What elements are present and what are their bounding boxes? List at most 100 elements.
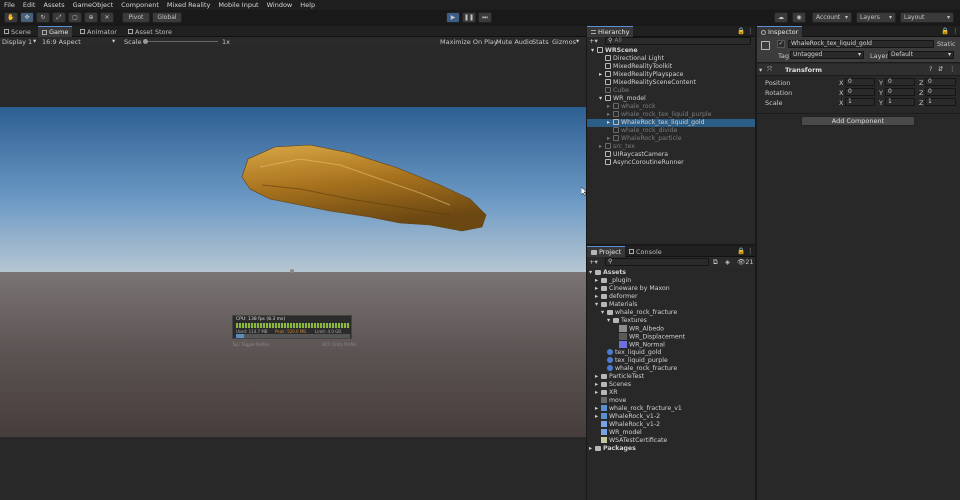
preset-icon[interactable]: ⇵ bbox=[938, 65, 943, 73]
project-item[interactable]: WR_Normal bbox=[587, 341, 755, 349]
tab-inspector[interactable]: Inspector bbox=[757, 26, 803, 37]
project-item[interactable]: ▸ deformer bbox=[587, 293, 755, 301]
tab-game[interactable]: Game bbox=[38, 26, 73, 37]
filter-type-icon[interactable]: ⧉ bbox=[713, 258, 718, 267]
hidden-count[interactable]: 👁21 bbox=[737, 258, 754, 266]
hierarchy-item[interactable]: ▾ WR_model bbox=[587, 95, 755, 103]
hierarchy-item[interactable]: MixedRealityToolkit bbox=[587, 63, 755, 71]
hierarchy-item[interactable]: ▸ whale_rock_tex_liquid_purple bbox=[587, 111, 755, 119]
filter-label-icon[interactable]: ◈ bbox=[725, 258, 730, 266]
custom-tool-button[interactable]: ✕ bbox=[100, 12, 114, 23]
hierarchy-item[interactable]: ▸ src_tex bbox=[587, 143, 755, 151]
tab-console[interactable]: Console bbox=[625, 246, 666, 257]
menu-file[interactable]: File bbox=[4, 1, 15, 9]
scale-x-field[interactable]: 1 bbox=[845, 98, 875, 106]
create-asset-button[interactable]: +▾ bbox=[589, 258, 598, 266]
position-z-field[interactable]: 0 bbox=[925, 78, 956, 86]
project-item[interactable]: WhaleRock_v1-2 bbox=[587, 421, 755, 429]
pause-button[interactable]: ❚❚ bbox=[462, 12, 476, 23]
rotation-z-field[interactable]: 0 bbox=[925, 88, 956, 96]
position-x-field[interactable]: 0 bbox=[845, 78, 875, 86]
layers-dropdown[interactable]: Layers ▾ bbox=[856, 12, 896, 23]
tab-asset-store[interactable]: Asset Store bbox=[124, 26, 176, 37]
step-button[interactable]: ⏭ bbox=[478, 12, 492, 23]
scale-z-field[interactable]: 1 bbox=[925, 98, 956, 106]
object-name-field[interactable]: WhaleRock_tex_liquid_gold bbox=[788, 40, 934, 48]
menu-help[interactable]: Help bbox=[300, 1, 315, 9]
hierarchy-item[interactable]: Cube bbox=[587, 87, 755, 95]
services-button[interactable]: ◉ bbox=[792, 12, 806, 23]
lock-icon[interactable]: 🔒 bbox=[737, 247, 745, 255]
project-item[interactable]: move bbox=[587, 397, 755, 405]
hierarchy-item[interactable]: ▸ WhaleRock_particle bbox=[587, 135, 755, 143]
hierarchy-item[interactable]: MixedRealitySceneContent bbox=[587, 79, 755, 87]
project-item[interactable]: ▸ _plugin bbox=[587, 277, 755, 285]
collab-button[interactable]: ☁ bbox=[774, 12, 788, 23]
help-icon[interactable]: ? bbox=[929, 65, 932, 73]
menu-gameobject[interactable]: GameObject bbox=[73, 1, 114, 9]
more-icon[interactable]: ⋮ bbox=[952, 27, 959, 35]
project-search-input[interactable]: ⚲ bbox=[605, 258, 709, 266]
menu-edit[interactable]: Edit bbox=[23, 1, 36, 9]
scale-slider-handle[interactable] bbox=[143, 39, 148, 44]
scale-slider[interactable] bbox=[144, 41, 218, 42]
project-item[interactable]: WSATestCertificate bbox=[587, 437, 755, 445]
rect-tool-button[interactable]: ▢ bbox=[68, 12, 82, 23]
hierarchy-item[interactable]: ▸ whale_rock bbox=[587, 103, 755, 111]
project-item[interactable]: ▸ whale_rock_fracture_v1 bbox=[587, 405, 755, 413]
scale-y-field[interactable]: 1 bbox=[885, 98, 915, 106]
hierarchy-item[interactable]: ▸ MixedRealityPlayspace bbox=[587, 71, 755, 79]
rotation-x-field[interactable]: 0 bbox=[845, 88, 875, 96]
project-item[interactable]: ▸ Cineware by Maxon bbox=[587, 285, 755, 293]
menu-component[interactable]: Component bbox=[121, 1, 159, 9]
menu-window[interactable]: Window bbox=[267, 1, 293, 9]
project-item[interactable]: tex_liquid_gold bbox=[587, 349, 755, 357]
transform-tool-button[interactable]: ⊕ bbox=[84, 12, 98, 23]
project-item[interactable]: ▾ Materials bbox=[587, 301, 755, 309]
project-item[interactable]: ▸ ParticleTest bbox=[587, 373, 755, 381]
tag-dropdown[interactable]: Untagged ▾ bbox=[790, 51, 864, 59]
hierarchy-item[interactable]: Directional Light bbox=[587, 55, 755, 63]
more-icon[interactable]: ⋮ bbox=[949, 65, 956, 73]
menu-mobile-input[interactable]: Mobile Input bbox=[218, 1, 258, 9]
game-viewport[interactable]: CPU: 138 fps (8.3 ms) Used: 114.7 MB Pea… bbox=[0, 107, 586, 437]
project-item[interactable]: ▾ whale_rock_fracture bbox=[587, 309, 755, 317]
maximize-on-play-toggle[interactable]: Maximize On Play bbox=[440, 38, 498, 46]
pivot-toggle[interactable]: Pivot bbox=[122, 12, 150, 23]
menu-mixed-reality[interactable]: Mixed Reality bbox=[167, 1, 210, 9]
project-item[interactable]: WR_Albedo bbox=[587, 325, 755, 333]
tab-project[interactable]: Project bbox=[587, 246, 626, 257]
rotation-y-field[interactable]: 0 bbox=[885, 88, 915, 96]
rotate-tool-button[interactable]: ↻ bbox=[36, 12, 50, 23]
menu-assets[interactable]: Assets bbox=[43, 1, 64, 9]
account-dropdown[interactable]: Account ▾ bbox=[812, 12, 852, 23]
lock-icon[interactable]: 🔒 bbox=[941, 27, 949, 35]
hierarchy-item[interactable]: ▾ WRScene bbox=[587, 47, 755, 55]
hierarchy-item[interactable]: ▸ WhaleRock_tex_liquid_gold bbox=[587, 119, 755, 127]
display-dropdown[interactable]: Display 1 bbox=[2, 38, 32, 46]
transform-header[interactable]: ▾ ⤧ Transform ? ⇵ ⋮ bbox=[757, 64, 960, 76]
layout-dropdown[interactable]: Layout ▾ bbox=[900, 12, 954, 23]
tab-scene[interactable]: Scene bbox=[0, 26, 35, 37]
layer-dropdown[interactable]: Default ▾ bbox=[888, 51, 954, 59]
hierarchy-item[interactable]: UIRaycastCamera bbox=[587, 151, 755, 159]
global-toggle[interactable]: Global bbox=[152, 12, 182, 23]
project-item[interactable]: ▾ Assets bbox=[587, 269, 755, 277]
more-icon[interactable]: ⋮ bbox=[747, 27, 754, 35]
stats-toggle[interactable]: Stats bbox=[532, 38, 549, 46]
hierarchy-item[interactable]: AsyncCoroutineRunner bbox=[587, 159, 755, 167]
project-item[interactable]: ▸ XR bbox=[587, 389, 755, 397]
active-checkbox[interactable]: ✓ bbox=[777, 40, 785, 48]
project-item[interactable]: ▸ Scenes bbox=[587, 381, 755, 389]
project-item[interactable]: tex_liquid_purple bbox=[587, 357, 755, 365]
hierarchy-item[interactable]: whale_rock_divide bbox=[587, 127, 755, 135]
hierarchy-search-input[interactable]: ⚲ All bbox=[605, 37, 751, 45]
aspect-dropdown[interactable]: 16:9 Aspect bbox=[42, 38, 81, 46]
play-button[interactable]: ▶ bbox=[446, 12, 460, 23]
mute-audio-toggle[interactable]: Mute Audio bbox=[496, 38, 533, 46]
move-tool-button[interactable]: ✥ bbox=[20, 12, 34, 23]
lock-icon[interactable]: 🔒 bbox=[737, 27, 745, 35]
project-item[interactable]: ▸ WhaleRock_v1-2 bbox=[587, 413, 755, 421]
position-y-field[interactable]: 0 bbox=[885, 78, 915, 86]
project-item[interactable]: ▸ Packages bbox=[587, 445, 755, 453]
